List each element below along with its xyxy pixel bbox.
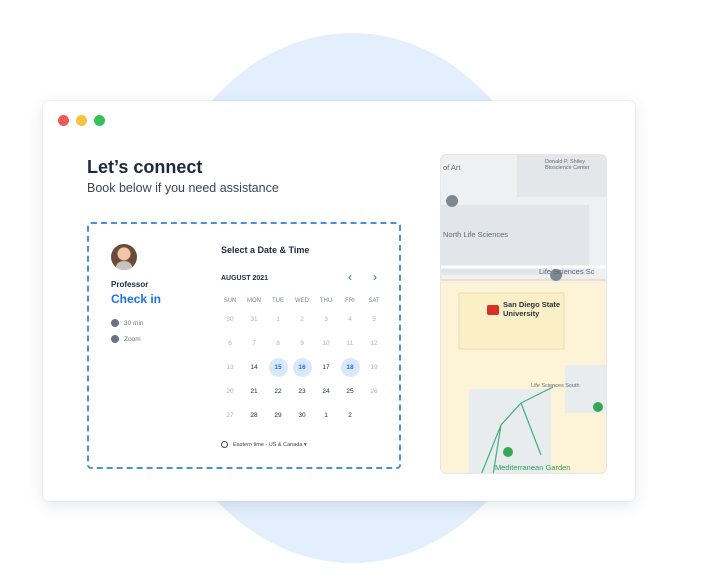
calendar-day: 26 xyxy=(370,388,378,395)
window-close-dot[interactable] xyxy=(58,115,69,126)
calendar-heading: Select a Date & Time xyxy=(221,245,310,255)
map-label: of Art xyxy=(443,163,461,172)
location-text: Zoom xyxy=(124,335,141,343)
calendar-day: 23 xyxy=(298,388,306,395)
clock-icon xyxy=(111,319,119,327)
chevron-right-icon[interactable]: › xyxy=(373,271,377,283)
map-label: Life Sciences South xyxy=(531,383,580,389)
calendar-day: 7 xyxy=(252,340,256,347)
calendar-month: AUGUST 2021 xyxy=(221,275,269,282)
timezone-selector[interactable]: Eastern time - US & Canada ▾ xyxy=(221,441,307,448)
booking-widget: Professor Check in 30 min Zoom Select a … xyxy=(87,222,401,469)
page-title: Let’s connect xyxy=(87,157,203,177)
map-label-university: San Diego State University xyxy=(503,300,561,318)
calendar-day: 10 xyxy=(322,340,330,347)
timezone-text: Eastern time - US & Canada ▾ xyxy=(233,441,307,448)
calendar-grid: SUN MON TUE WED THU FRI SAT 30 31 1 2 3 … xyxy=(218,294,385,428)
duration-text: 30 min xyxy=(124,319,144,327)
calendar-day: 3 xyxy=(324,316,328,323)
weekday-label: SAT xyxy=(368,298,380,304)
calendar-day: 5 xyxy=(372,316,376,323)
host-role: Professor xyxy=(111,280,149,289)
calendar-day: 6 xyxy=(228,340,232,347)
weekday-label: MON xyxy=(247,298,261,304)
window-maximize-dot[interactable] xyxy=(94,115,105,126)
map-label: North Life Sciences xyxy=(443,230,509,239)
calendar-day: 28 xyxy=(250,412,258,419)
calendar-day: 29 xyxy=(274,412,282,419)
weekday-label: WED xyxy=(295,298,309,304)
weekday-label: THU xyxy=(319,298,333,304)
calendar-day: 22 xyxy=(274,388,282,395)
page-subtitle: Book below if you need assistance xyxy=(87,181,279,195)
calendar-day: 12 xyxy=(370,340,378,347)
calendar-day-available[interactable]: 18 xyxy=(338,356,362,380)
calendar-day: 24 xyxy=(322,388,330,395)
weekday-label: FRI xyxy=(345,298,355,304)
calendar-day: 1 xyxy=(324,412,328,419)
calendar-day: 20 xyxy=(226,388,234,395)
calendar-day: 4 xyxy=(348,316,352,323)
calendar-day: 13 xyxy=(226,364,234,371)
calendar-day: 27 xyxy=(226,412,234,419)
avatar xyxy=(111,244,137,270)
calendar-day: 19 xyxy=(370,364,378,371)
calendar-day: 21 xyxy=(250,388,258,395)
chevron-left-icon[interactable]: ‹ xyxy=(348,271,352,283)
video-icon xyxy=(111,335,119,343)
campus-map[interactable]: of Art Donald P. Shiley Bioscience Cente… xyxy=(440,154,607,474)
calendar-day: 9 xyxy=(300,340,304,347)
calendar-day xyxy=(362,404,386,428)
duration-row: 30 min xyxy=(111,319,144,327)
calendar-day: 11 xyxy=(346,340,354,347)
map-label: Life Sciences Sc xyxy=(539,267,595,276)
window-minimize-dot[interactable] xyxy=(76,115,87,126)
globe-icon xyxy=(221,441,228,448)
calendar-day-available[interactable]: 16 xyxy=(290,356,314,380)
calendar-day: 31 xyxy=(250,316,258,323)
map-label: Donald P. Shiley Bioscience Center xyxy=(545,159,590,171)
calendar-day: 1 xyxy=(276,316,280,323)
calendar-day: 25 xyxy=(346,388,354,395)
weekday-label: TUE xyxy=(272,298,284,304)
calendar-day: 14 xyxy=(250,364,258,371)
calendar-day: 30 xyxy=(298,412,306,419)
calendar-day: 17 xyxy=(322,364,330,371)
browser-window: Let’s connect Book below if you need ass… xyxy=(43,101,635,501)
calendar-day: 2 xyxy=(300,316,304,323)
event-name: Check in xyxy=(111,292,162,306)
calendar-day-available[interactable]: 15 xyxy=(266,356,290,380)
weekday-label: SUN xyxy=(223,298,237,304)
map-label-garden: Mediterranean Garden xyxy=(495,463,571,472)
calendar-day: 30 xyxy=(226,316,234,323)
calendar-day: 2 xyxy=(348,412,352,419)
location-row: Zoom xyxy=(111,335,141,343)
calendar-day: 8 xyxy=(276,340,280,347)
